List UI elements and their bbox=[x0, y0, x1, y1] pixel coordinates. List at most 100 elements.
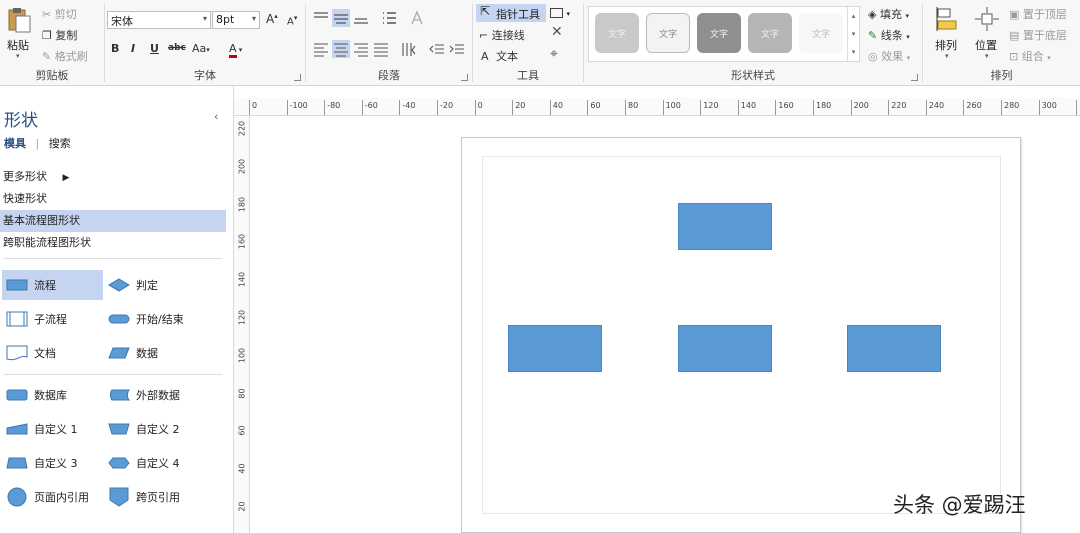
process-shape-middle[interactable] bbox=[678, 325, 772, 372]
pane-divider bbox=[4, 258, 222, 259]
align-bottom-icon[interactable] bbox=[352, 9, 370, 27]
justify-icon[interactable] bbox=[372, 40, 390, 58]
tab-stencils[interactable]: 模具 bbox=[4, 137, 26, 150]
ruler-tick-line bbox=[512, 100, 514, 115]
pen-icon: ✎ bbox=[868, 29, 878, 42]
format-painter-button[interactable]: ✎ 格式刷 bbox=[42, 48, 88, 64]
align-center-icon[interactable] bbox=[332, 40, 350, 58]
shape-decision[interactable]: 判定 bbox=[108, 270, 218, 300]
stencil-quick-shapes[interactable]: 快速形状 bbox=[0, 188, 226, 210]
process-shape-top[interactable] bbox=[678, 203, 772, 250]
shape-external-data[interactable]: 外部数据 bbox=[108, 380, 218, 410]
shape-on-page-reference[interactable]: 页面内引用 bbox=[6, 482, 103, 512]
drawing-canvas[interactable] bbox=[250, 116, 1080, 533]
close-icon[interactable]: ✕ bbox=[551, 24, 563, 40]
align-right-icon[interactable] bbox=[352, 40, 370, 58]
text-direction-icon[interactable] bbox=[408, 9, 426, 27]
chevron-down-icon: ▾ bbox=[236, 46, 243, 54]
shape-start-end[interactable]: 开始/结束 bbox=[108, 304, 218, 334]
pointer-icon: ⇱ bbox=[480, 4, 491, 18]
shape-database[interactable]: 数据库 bbox=[6, 380, 103, 410]
change-case-button[interactable]: Aa▾ bbox=[192, 42, 210, 55]
shape-data[interactable]: 数据 bbox=[108, 338, 218, 368]
dialog-launcher-icon[interactable] bbox=[911, 74, 918, 81]
stencil-more-shapes[interactable]: 更多形状 ▶ bbox=[0, 166, 226, 188]
watermark: 头条 @爱踢汪 bbox=[893, 493, 1026, 517]
rectangle-tool-button[interactable]: ▾ bbox=[550, 6, 570, 19]
style-swatch-label: 文字 bbox=[709, 29, 728, 40]
bullets-icon[interactable] bbox=[380, 9, 398, 27]
align-left-icon[interactable] bbox=[312, 40, 330, 58]
stencil-cross-functional[interactable]: 跨职能流程图形状 bbox=[0, 232, 226, 254]
text-tool-button[interactable]: A 文本 bbox=[481, 48, 518, 64]
chevron-down-icon: ▾ bbox=[906, 33, 910, 41]
position-button[interactable]: 位置 ▾ bbox=[971, 6, 1003, 62]
effects-button[interactable]: ◎ 效果 ▾ bbox=[868, 48, 910, 64]
bold-button[interactable]: B bbox=[111, 42, 119, 55]
shape-custom-1[interactable]: 自定义 1 bbox=[6, 414, 103, 444]
paste-button[interactable]: 粘贴 ▾ bbox=[4, 6, 34, 62]
style-swatch-label: 文字 bbox=[658, 29, 677, 40]
ruler-tick-line bbox=[1076, 100, 1078, 115]
ruler-tick-label: 100 bbox=[665, 101, 681, 110]
shape-label: 自定义 4 bbox=[136, 457, 180, 470]
shape-label: 自定义 1 bbox=[34, 423, 78, 436]
ruler-tick-line bbox=[286, 100, 288, 115]
grow-font-button[interactable]: A▴ bbox=[266, 12, 278, 26]
chevron-right-icon: ▶ bbox=[62, 173, 70, 183]
gallery-scroll[interactable]: ▴ ▾ ▾ bbox=[847, 7, 859, 61]
strikethrough-button[interactable]: abc bbox=[168, 43, 186, 53]
font-color-button[interactable]: A ▾ bbox=[229, 42, 243, 58]
font-size-select[interactable]: 8pt ▾ bbox=[212, 11, 260, 29]
process-shape-right[interactable] bbox=[847, 325, 941, 372]
send-to-back-button[interactable]: ▤ 置于底层 bbox=[1009, 27, 1067, 43]
stencil-basic-flowchart[interactable]: 基本流程图形状 bbox=[0, 210, 226, 232]
group-button[interactable]: ⊡ 组合 ▾ bbox=[1009, 48, 1051, 64]
process-shape-left[interactable] bbox=[508, 325, 602, 372]
style-swatch[interactable]: 文字 bbox=[595, 13, 639, 53]
shape-custom-3[interactable]: 自定义 3 bbox=[6, 448, 103, 478]
pointer-tool-button[interactable]: ⇱ 指针工具 bbox=[476, 4, 546, 22]
ruler-tick-label: -20 bbox=[440, 101, 454, 110]
shape-custom-4[interactable]: 自定义 4 bbox=[108, 448, 218, 478]
text-tool-label: 文本 bbox=[496, 50, 519, 63]
line-button[interactable]: ✎ 线条 ▾ bbox=[868, 27, 910, 43]
bring-to-front-button[interactable]: ▣ 置于顶层 bbox=[1009, 6, 1067, 22]
arrange-button[interactable]: 排列 ▾ bbox=[933, 6, 963, 62]
shape-subprocess[interactable]: 子流程 bbox=[6, 304, 103, 334]
collapse-icon[interactable]: ‹ bbox=[214, 110, 218, 123]
italic-button[interactable]: I bbox=[131, 42, 135, 55]
connection-point-icon[interactable]: ⌖ bbox=[550, 46, 558, 62]
style-swatch[interactable]: 文字 bbox=[646, 13, 690, 53]
drawing-page[interactable] bbox=[461, 137, 1021, 533]
tab-search[interactable]: 搜索 bbox=[49, 137, 71, 150]
ruler-tick-label: -60 bbox=[364, 101, 378, 110]
style-swatch[interactable]: 文字 bbox=[799, 13, 843, 53]
dialog-launcher-icon[interactable] bbox=[294, 74, 301, 81]
font-family-select[interactable]: 宋体 ▾ bbox=[107, 11, 211, 29]
data-shape-icon bbox=[108, 347, 130, 359]
copy-button[interactable]: ❐ 复制 bbox=[42, 27, 77, 43]
position-label: 位置 bbox=[975, 39, 997, 52]
bring-front-icon: ▣ bbox=[1009, 8, 1020, 21]
decrease-indent-icon[interactable] bbox=[428, 40, 446, 58]
dialog-launcher-icon[interactable] bbox=[461, 74, 468, 81]
shape-off-page-reference[interactable]: 跨页引用 bbox=[108, 482, 218, 512]
increase-indent-icon[interactable] bbox=[448, 40, 466, 58]
shape-document[interactable]: 文档 bbox=[6, 338, 103, 368]
shape-custom-2[interactable]: 自定义 2 bbox=[108, 414, 218, 444]
vertical-text-icon[interactable] bbox=[400, 40, 418, 58]
arrange-label: 排列 bbox=[935, 39, 957, 52]
stencil-label: 基本流程图形状 bbox=[3, 214, 80, 227]
cut-button[interactable]: ✂ 剪切 bbox=[42, 6, 77, 22]
fill-button[interactable]: ◈ 填充 ▾ bbox=[868, 6, 909, 22]
shrink-font-button[interactable]: A▾ bbox=[287, 14, 297, 27]
shape-process[interactable]: 流程 bbox=[2, 270, 103, 300]
style-swatch[interactable]: 文字 bbox=[697, 13, 741, 53]
ruler-tick-label: 140 bbox=[740, 101, 757, 110]
align-middle-icon[interactable] bbox=[332, 9, 350, 27]
style-swatch[interactable]: 文字 bbox=[748, 13, 792, 53]
underline-button[interactable]: U bbox=[150, 42, 159, 55]
align-top-icon[interactable] bbox=[312, 9, 330, 27]
connector-tool-button[interactable]: ⌐ 连接线 bbox=[479, 27, 525, 43]
